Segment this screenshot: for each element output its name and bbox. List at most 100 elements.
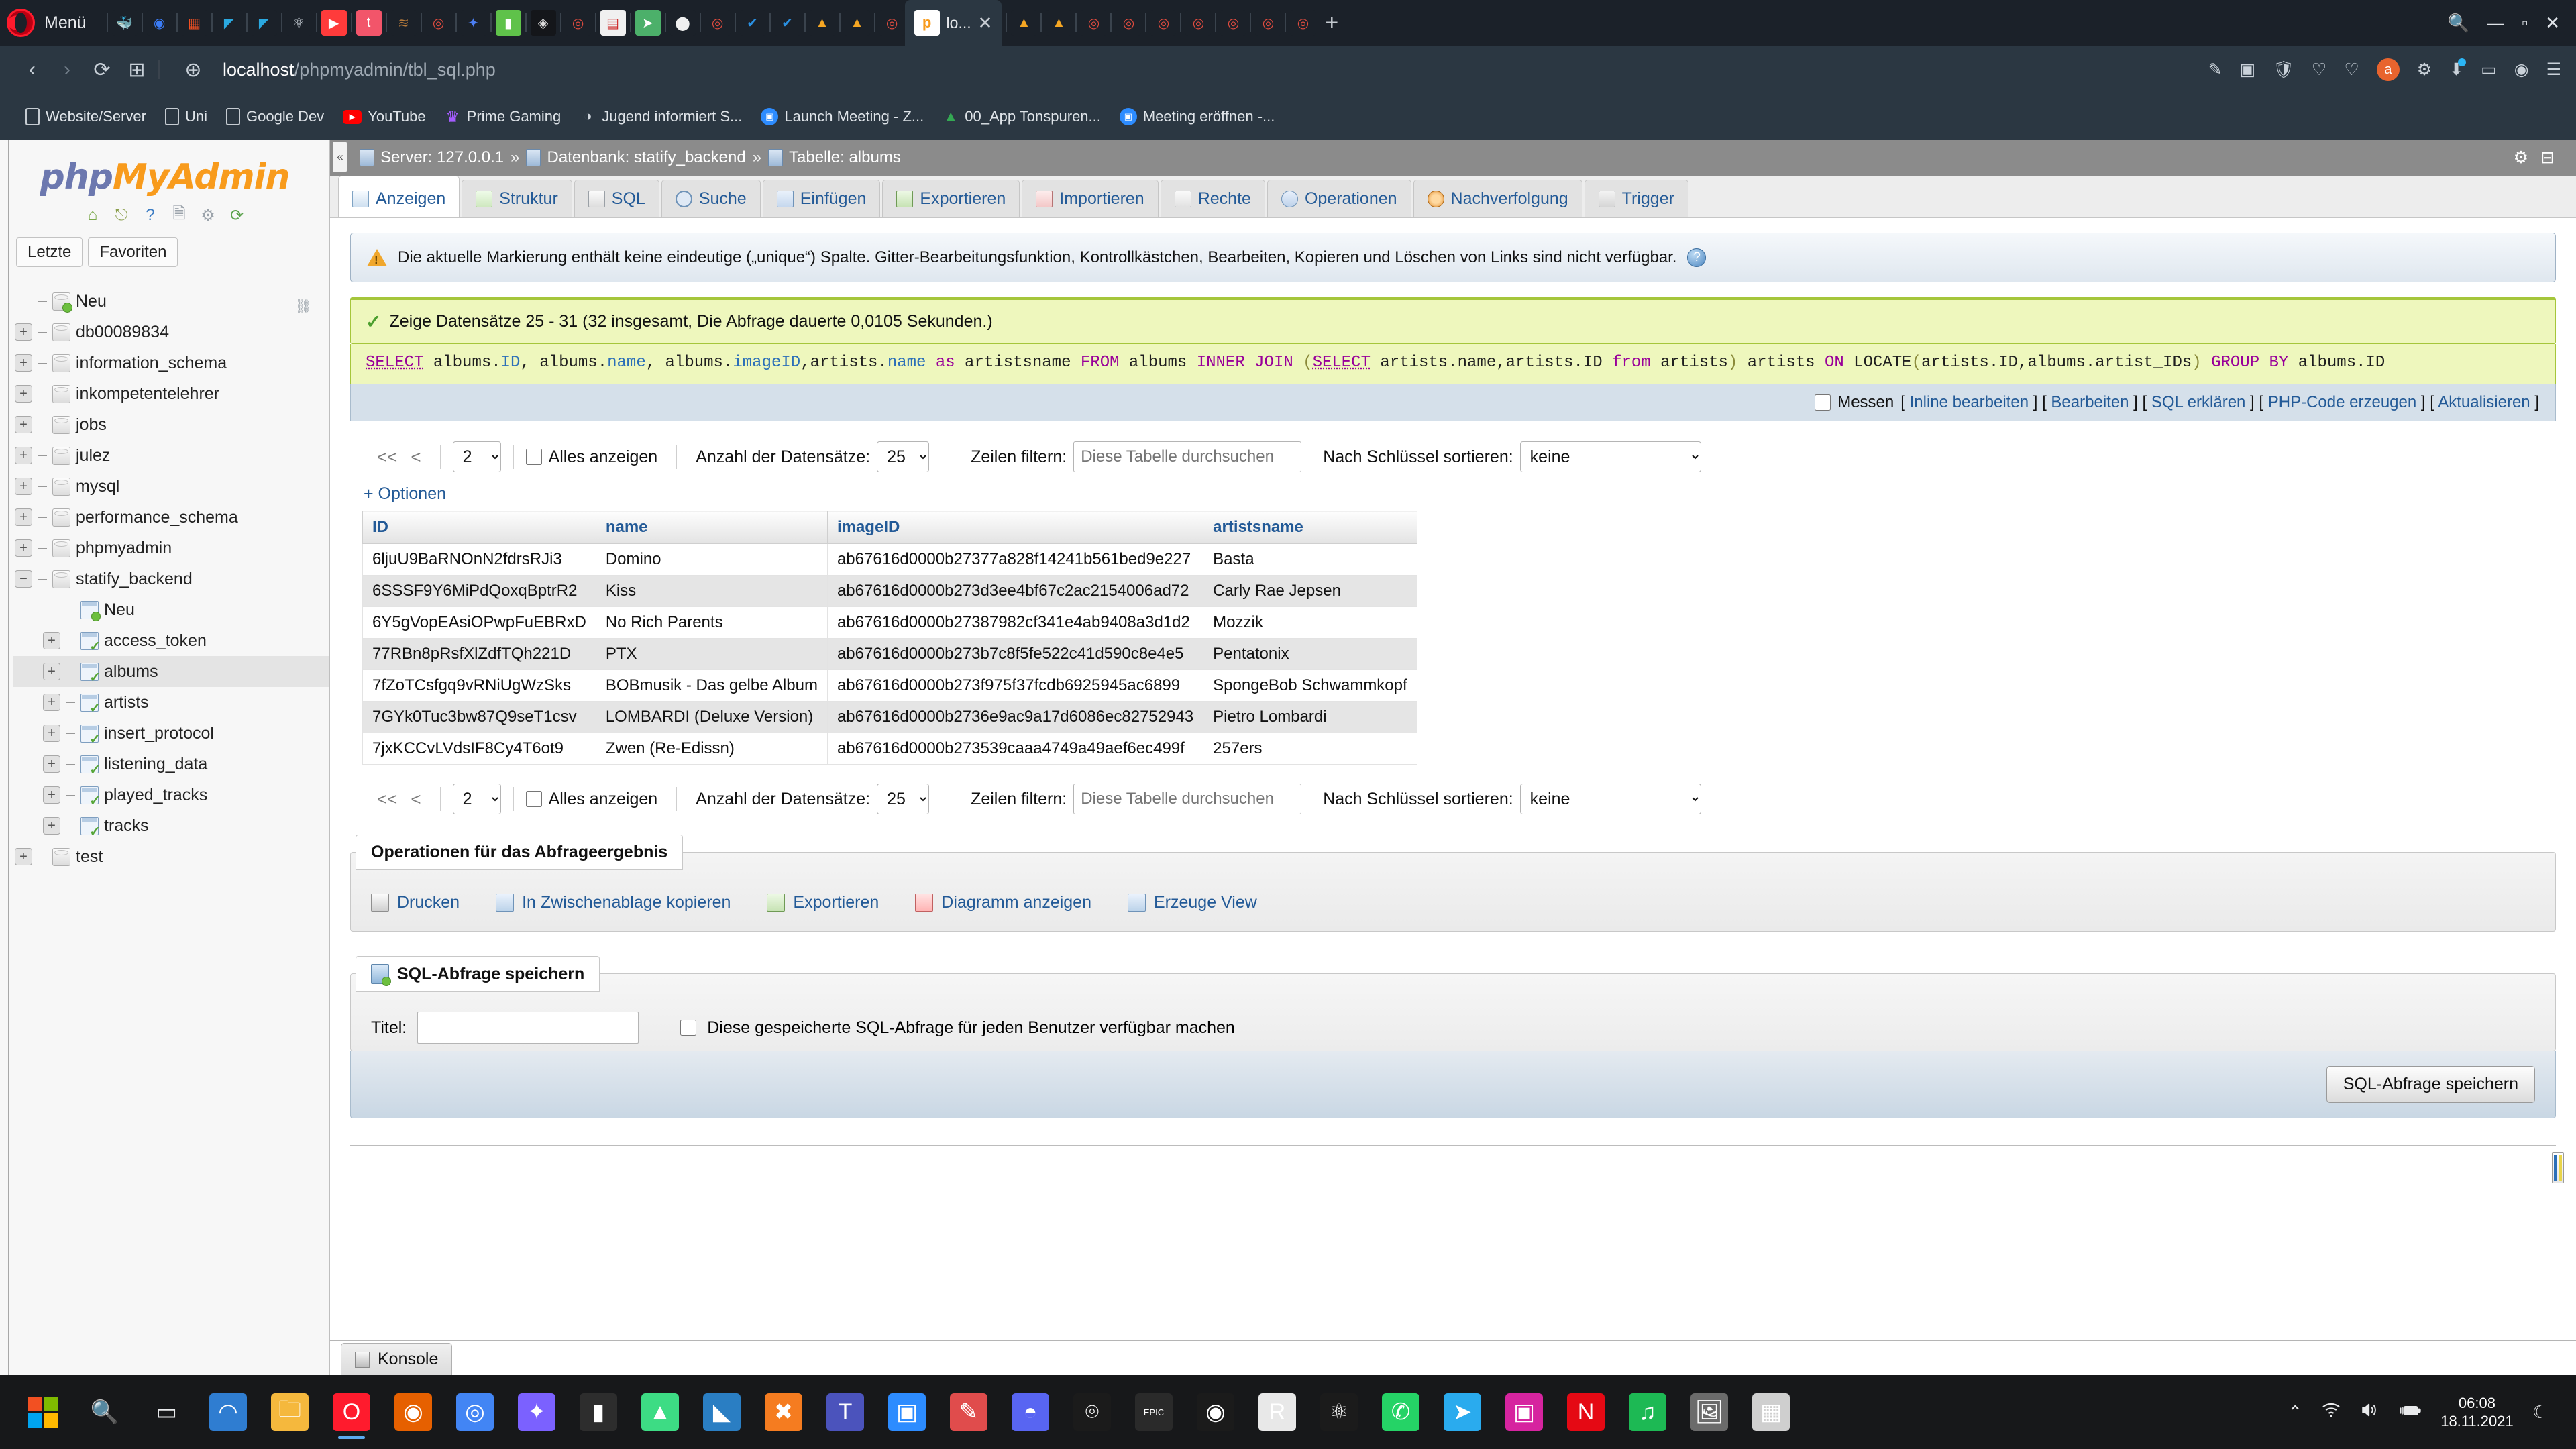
moon-icon[interactable]: ☾: [2532, 1402, 2548, 1423]
docker-icon[interactable]: 🐳: [111, 10, 138, 36]
expand-icon[interactable]: +: [15, 478, 32, 495]
expand-icon[interactable]: +: [43, 817, 60, 835]
op-erzeuge-view[interactable]: Erzeuge View: [1127, 893, 1257, 912]
green-note-icon[interactable]: ▮: [495, 10, 521, 36]
breadcrumb-server[interactable]: Server: 127.0.0.1: [360, 148, 504, 167]
spotify-icon[interactable]: ♫: [1617, 1381, 1678, 1443]
expand-icon[interactable]: +: [15, 416, 32, 433]
link-sql-erkl-ren[interactable]: SQL erklären: [2151, 393, 2246, 411]
collapse-icon[interactable]: −: [15, 570, 32, 588]
shield-icon[interactable]: 🛡: [2273, 60, 2294, 80]
collapse-nav-icon[interactable]: «: [333, 142, 347, 172]
bookmark-launch-meeting-z[interactable]: ▣ Launch Meeting - Z...: [753, 104, 932, 129]
expand-icon[interactable]: +: [15, 539, 32, 557]
share-query-checkbox[interactable]: [680, 1020, 697, 1036]
discord-icon[interactable]: ◓: [1000, 1381, 1061, 1443]
xampp-icon[interactable]: ✖: [753, 1381, 814, 1443]
tree-item-albums[interactable]: + albums: [13, 656, 329, 687]
search-icon[interactable]: 🔍: [2448, 13, 2469, 34]
title-input[interactable]: [417, 1012, 639, 1044]
expand-icon[interactable]: +: [43, 694, 60, 711]
menu-button[interactable]: Menü: [44, 13, 87, 33]
link-bearbeiten[interactable]: Bearbeiten: [2051, 393, 2129, 411]
azure-icon[interactable]: ✔: [739, 10, 765, 36]
bookmark-website-server[interactable]: Website/Server: [17, 104, 154, 129]
breadcrumb-database[interactable]: Datenbank: statify_backend: [526, 148, 746, 167]
tree-item-insert_protocol[interactable]: + insert_protocol: [13, 718, 329, 749]
snapshot-icon[interactable]: ▣: [2240, 60, 2256, 80]
sort-by-key-select[interactable]: keine: [1519, 441, 1701, 472]
bookmark-prime-gaming[interactable]: ♛ Prime Gaming: [437, 104, 570, 129]
tab-struktur[interactable]: Struktur: [462, 180, 572, 217]
logout-icon[interactable]: ⎋: [110, 204, 133, 227]
nav-tab-letzte[interactable]: Letzte: [16, 237, 83, 267]
tab-anzeigen[interactable]: Anzeigen: [338, 176, 460, 217]
file-explorer-icon[interactable]: 🗀: [259, 1381, 321, 1443]
pintrest-icon[interactable]: t: [356, 10, 382, 36]
bookmark-google-dev[interactable]: Google Dev: [218, 104, 332, 129]
heart-outline-icon[interactable]: ♡: [2344, 60, 2359, 80]
tree-item-listening_data[interactable]: + listening_data: [13, 749, 329, 780]
tree-item-db00089834[interactable]: + db00089834: [13, 317, 329, 347]
paint-icon[interactable]: ✎: [938, 1381, 1000, 1443]
chrome-icon-8[interactable]: ◎: [1185, 10, 1212, 36]
android-studio-icon[interactable]: ▲: [629, 1381, 691, 1443]
figma-icon[interactable]: ✦: [506, 1381, 568, 1443]
chrome-icon-11[interactable]: ◎: [1290, 10, 1316, 36]
expand-icon[interactable]: +: [43, 632, 60, 649]
heart-icon[interactable]: ♡: [2312, 60, 2326, 80]
profile-icon[interactable]: ◉: [2514, 60, 2529, 80]
column-header-id[interactable]: ID: [362, 511, 596, 544]
terminal-icon[interactable]: ▮: [568, 1381, 629, 1443]
wood-icon[interactable]: ≋: [390, 10, 417, 36]
wifi-icon[interactable]: [2321, 1402, 2341, 1423]
rows-count-select-bottom[interactable]: 25: [877, 784, 930, 814]
tree-item-phpmyadmin[interactable]: + phpmyadmin: [13, 533, 329, 564]
chrome-icon-9[interactable]: ◎: [1220, 10, 1246, 36]
photos-icon[interactable]: 🖼: [1678, 1381, 1740, 1443]
tree-item-mysql[interactable]: + mysql: [13, 471, 329, 502]
reload-icon[interactable]: ⟳: [225, 204, 248, 227]
tab-rechte[interactable]: Rechte: [1160, 180, 1265, 217]
edit-icon[interactable]: ✎: [2208, 60, 2222, 80]
atom-icon[interactable]: ⚛: [1308, 1381, 1370, 1443]
profiling-checkbox[interactable]: [1815, 394, 1831, 411]
bookmark-meeting-er-ffnen[interactable]: ▣ Meeting eröffnen -...: [1112, 104, 1283, 129]
menu-hamburger-icon[interactable]: ☰: [2546, 60, 2561, 80]
rstudio-icon[interactable]: R: [1246, 1381, 1308, 1443]
tree-item-statify_backend[interactable]: − statify_backend: [13, 564, 329, 594]
maximize-button[interactable]: ▫: [2522, 13, 2528, 34]
page-number-select-bottom[interactable]: 2: [452, 784, 501, 814]
calculator-icon[interactable]: ▦: [1740, 1381, 1802, 1443]
help-icon[interactable]: ?: [1687, 248, 1707, 267]
link-php-code-erzeugen[interactable]: PHP-Code erzeugen: [2268, 393, 2416, 411]
firebase-icon-4[interactable]: ▲: [1046, 10, 1072, 36]
azure-icon-2[interactable]: ✔: [774, 10, 800, 36]
active-tab[interactable]: p lo... ✕: [904, 0, 1002, 46]
bookmark-jugend-informiert-s[interactable]: ◑ Jugend informiert S...: [572, 104, 750, 129]
account-avatar[interactable]: a: [2376, 58, 2400, 81]
chrome-icon-5[interactable]: ◎: [1081, 10, 1107, 36]
chrome-icon-6[interactable]: ◎: [1116, 10, 1142, 36]
expand-icon[interactable]: +: [43, 663, 60, 680]
chrome-icon[interactable]: ◎: [425, 10, 451, 36]
opera-logo-icon[interactable]: [7, 9, 35, 37]
reload-icon[interactable]: ⟳: [85, 52, 119, 87]
sidebar-toggle-icon[interactable]: ▭: [2481, 60, 2497, 80]
edge-icon[interactable]: ◠: [197, 1381, 259, 1443]
home-icon[interactable]: ⌂: [81, 204, 104, 227]
volume-icon[interactable]: [2360, 1402, 2380, 1423]
firebase-icon-3[interactable]: ▲: [1011, 10, 1037, 36]
minimize-button[interactable]: —: [2487, 13, 2504, 34]
tree-item-performance_schema[interactable]: + performance_schema: [13, 502, 329, 533]
firebase-icon[interactable]: ▲: [809, 10, 835, 36]
highlight-marker-icon[interactable]: [2552, 1152, 2564, 1183]
prev-page-button[interactable]: <: [404, 447, 427, 468]
firefox-icon[interactable]: ◉: [382, 1381, 444, 1443]
prev-page-button-bottom[interactable]: <: [404, 789, 427, 810]
telegram-icon[interactable]: ➤: [635, 10, 661, 36]
task-view-button[interactable]: ▭: [136, 1381, 197, 1443]
search-button[interactable]: 🔍: [74, 1381, 136, 1443]
console-toggle-button[interactable]: Konsole: [341, 1343, 453, 1375]
link-inline-bearbeiten[interactable]: Inline bearbeiten: [1910, 393, 2029, 411]
